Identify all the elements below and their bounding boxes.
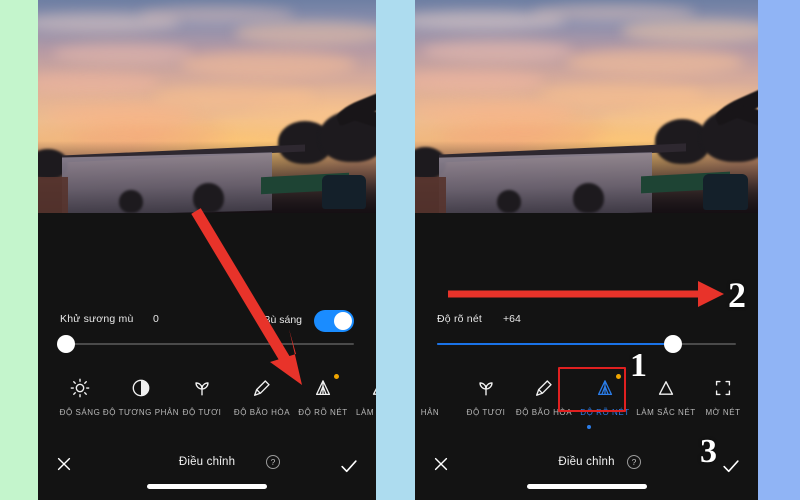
tool-label: MỜ NÉT (705, 408, 741, 417)
tool-cac-partial[interactable]: CÁC (749, 371, 758, 417)
toggle-knob (334, 312, 352, 330)
annotation-step-1: 1 (630, 347, 647, 384)
page-indicator-dot (587, 425, 591, 429)
help-icon[interactable]: ? (266, 455, 280, 469)
slider-label-clarity: Độ rõ nét (437, 313, 482, 325)
background-strip-left (0, 0, 38, 500)
confirm-icon[interactable] (338, 455, 360, 477)
tool-label: ĐỘ RÕ NÉT (298, 408, 348, 417)
adjust-panel-before: Khử sương mù 0 Bù sáng ĐỘ SÁNG ĐỘ TƯƠNG … (38, 213, 376, 500)
tool-do-bao-hoa[interactable]: ĐỘ BÃO HÒA (230, 371, 294, 417)
saturation-icon (249, 375, 275, 401)
toggle-label-exposure: Bù sáng (263, 314, 302, 326)
tool-do-tuoi[interactable]: ĐỘ TƯƠI (174, 371, 230, 417)
clarity-icon (310, 375, 336, 401)
tool-label: LÀM SẮC N (355, 408, 376, 417)
background-strip-right (758, 0, 800, 500)
tool-do-sang[interactable]: ĐỘ SÁNG (52, 371, 108, 417)
tool-do-tuoi[interactable]: ĐỘ TƯƠI (459, 371, 513, 417)
annotation-step-2: 2 (728, 275, 746, 315)
home-indicator (147, 484, 267, 489)
annotation-highlight-box-clarity (558, 367, 626, 412)
slider-thumb-dehaze[interactable] (56, 335, 75, 353)
tool-do-ro-net[interactable]: ĐỘ RÕ NÉT (294, 371, 352, 417)
panel-title: Điều chỉnh (178, 456, 236, 468)
screenshot-canvas: Khử sương mù 0 Bù sáng ĐỘ SÁNG ĐỘ TƯƠNG … (0, 0, 800, 500)
slider-track-clarity[interactable] (437, 335, 736, 353)
vibrance-icon (473, 375, 499, 401)
phone-screenshot-after: Độ rõ nét +64 HẢN ĐỘ TƯƠI ĐỘ BÃO HÒA ĐỘ … (415, 0, 758, 500)
tool-label: ĐỘ TƯƠI (182, 408, 222, 417)
photo-preview-before (38, 0, 376, 213)
tool-badge-dot (334, 374, 339, 379)
tool-strip-before[interactable]: ĐỘ SÁNG ĐỘ TƯƠNG PHẢN ĐỘ TƯƠI ĐỘ BÃO HÒA… (38, 371, 376, 423)
tool-label: LÀM SẮC NÉT (636, 408, 696, 417)
blur-icon (710, 375, 736, 401)
annotation-step-3: 3 (700, 433, 717, 470)
photo-preview-after (415, 0, 758, 213)
slider-value-clarity: +64 (503, 313, 521, 325)
slider-label-dehaze: Khử sương mù (60, 313, 134, 325)
slider-track-dehaze[interactable] (56, 335, 354, 353)
slider-value-dehaze: 0 (153, 313, 159, 325)
slider-thumb-clarity[interactable] (664, 335, 683, 353)
tool-do-tuong-phan-partial[interactable]: HẢN (415, 371, 459, 417)
vibrance-icon (189, 375, 215, 401)
tool-label: ĐỘ SÁNG (59, 408, 101, 417)
home-indicator (526, 484, 647, 489)
tool-do-tuong-phan[interactable]: ĐỘ TƯƠNG PHẢN (103, 371, 179, 417)
sharpen-icon (367, 375, 376, 401)
confirm-icon[interactable] (720, 455, 742, 477)
phone-screenshot-before: Khử sương mù 0 Bù sáng ĐỘ SÁNG ĐỘ TƯƠNG … (38, 0, 376, 500)
slider-fill (437, 343, 674, 345)
tool-label: ĐỘ BÃO HÒA (233, 408, 291, 417)
brightness-icon (67, 375, 93, 401)
help-icon[interactable]: ? (627, 455, 641, 469)
bottom-bar-before: Điều chỉnh ? (38, 438, 376, 500)
saturation-icon (531, 375, 557, 401)
tool-lam-sac-net[interactable]: LÀM SẮC N (352, 371, 376, 417)
tool-label: ĐỘ TƯƠNG PHẢN (102, 408, 180, 417)
sharpen-icon (653, 375, 679, 401)
tool-mo-net[interactable]: MỜ NÉT (697, 371, 749, 417)
exposure-toggle[interactable] (314, 310, 354, 332)
contrast-icon (128, 375, 154, 401)
tool-label: ĐỘ TƯƠI (466, 408, 506, 417)
tool-label: HẢN (420, 408, 440, 417)
